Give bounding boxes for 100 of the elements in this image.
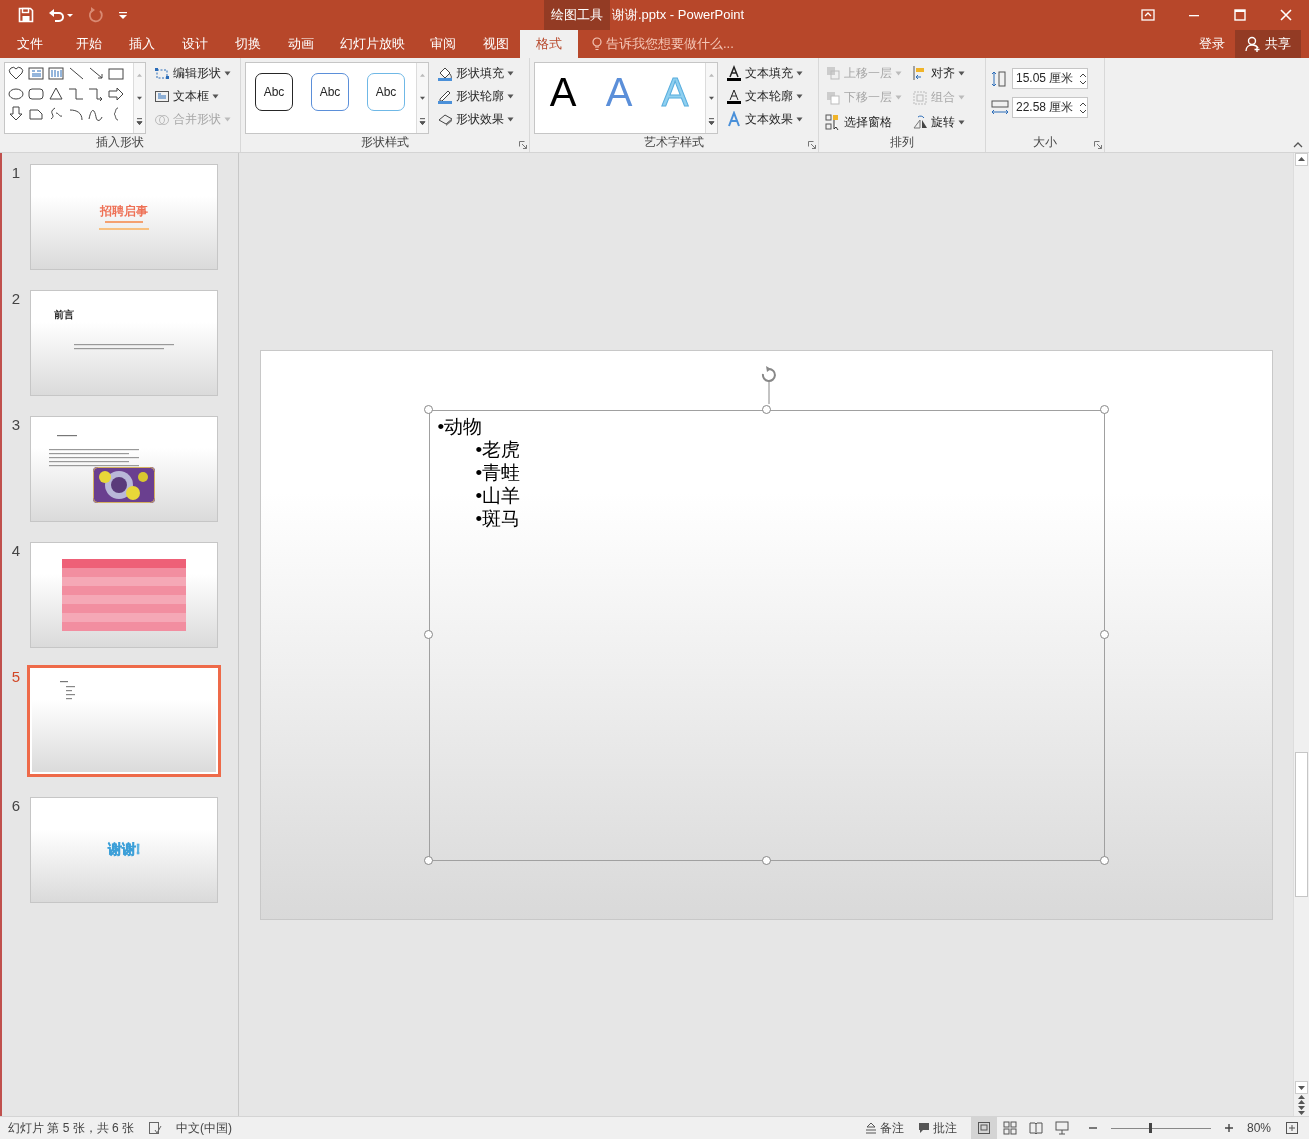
zoom-level[interactable]: 80% — [1246, 1121, 1271, 1135]
style-preset[interactable]: Abc — [255, 73, 293, 111]
close-icon[interactable] — [1279, 8, 1293, 22]
bullet-text: •老虎 — [474, 437, 522, 461]
ribbon-tab[interactable]: 审阅 — [414, 30, 472, 58]
style-preset[interactable]: Abc — [311, 73, 349, 111]
ribbon-display-icon[interactable] — [1141, 8, 1155, 22]
ribbon-tab[interactable]: 插入 — [118, 30, 166, 58]
caret-icon[interactable] — [796, 70, 803, 76]
text-lines-drawing — [60, 680, 75, 700]
command-button[interactable]: 对齐 — [910, 63, 967, 83]
fit-to-window-icon[interactable] — [1285, 1121, 1299, 1135]
notes-button[interactable]: 备注 — [864, 1119, 904, 1137]
command-button[interactable]: 文本填充 — [724, 63, 805, 83]
wordart-title: 谢谢! — [107, 841, 141, 859]
slide-number: 1 — [10, 164, 22, 181]
dialog-launcher-icon[interactable] — [1094, 141, 1102, 149]
caret-icon[interactable] — [796, 116, 803, 122]
maximize-icon[interactable] — [1233, 8, 1247, 22]
caret-icon[interactable] — [507, 93, 514, 99]
dialog-launcher-icon[interactable] — [519, 141, 527, 149]
scroll-up-icon[interactable] — [1295, 153, 1308, 166]
notes-icon — [864, 1122, 877, 1134]
ribbon-tab[interactable]: 格式 — [520, 30, 578, 58]
language-label[interactable]: 中文(中国) — [176, 1119, 233, 1137]
caret-icon[interactable] — [507, 70, 514, 76]
normal-view-icon[interactable] — [976, 1121, 991, 1135]
resize-handle[interactable] — [423, 404, 433, 414]
scroll-down-icon[interactable] — [1295, 1081, 1308, 1094]
ribbon-tab[interactable]: 开始 — [60, 30, 118, 58]
command-button[interactable]: 形状填充 — [435, 63, 516, 83]
slide-thumbnail[interactable] — [30, 416, 218, 522]
height-field[interactable]: 15.05 厘米 — [1012, 68, 1088, 89]
command-button[interactable]: 旋转 — [910, 112, 967, 133]
slide-thumbnail[interactable]: 前言 — [30, 290, 218, 396]
slide-thumbnail[interactable] — [30, 542, 218, 648]
resize-handle[interactable] — [423, 855, 433, 865]
redo-icon[interactable] — [88, 7, 104, 23]
text-outline-icon — [726, 88, 742, 104]
style-preset[interactable]: Abc — [367, 73, 405, 111]
caret-icon[interactable] — [507, 116, 514, 122]
share-button[interactable]: 共享 — [1235, 30, 1301, 58]
resize-handle[interactable] — [761, 855, 771, 865]
collapse-ribbon-icon[interactable] — [1293, 142, 1303, 148]
slide-count: 幻灯片 第 5 张，共 6 张 — [8, 1119, 135, 1137]
bullet-text: •斑马 — [474, 506, 522, 530]
save-icon[interactable] — [18, 7, 34, 23]
bring-forward-icon — [825, 65, 841, 81]
wordart-preset[interactable]: A — [535, 63, 591, 133]
command-button[interactable]: 文本轮廓 — [724, 86, 805, 106]
caret-icon[interactable] — [958, 70, 965, 76]
resize-handle[interactable] — [1099, 404, 1109, 414]
lightbulb-icon — [592, 37, 602, 51]
text-box[interactable]: •动物 •老虎 •青蛙 •山羊 •斑马 — [428, 409, 1105, 861]
scrollbar-thumb[interactable] — [1295, 752, 1308, 897]
dialog-launcher-icon[interactable] — [808, 141, 816, 149]
group-icon — [912, 89, 928, 106]
zoom-out-icon[interactable] — [1088, 1124, 1097, 1132]
caret-icon[interactable] — [224, 70, 231, 76]
slide-number: 4 — [10, 542, 22, 559]
slide-number: 6 — [10, 797, 22, 814]
resize-handle[interactable] — [1099, 630, 1109, 639]
command-button[interactable]: 选择窗格 — [823, 112, 904, 133]
undo-icon[interactable] — [48, 7, 74, 23]
caret-icon[interactable] — [796, 93, 803, 99]
command-button[interactable]: 文本效果 — [724, 109, 805, 129]
caret-icon[interactable] — [958, 119, 965, 125]
resize-handle[interactable] — [423, 630, 433, 639]
command-button[interactable]: 编辑形状 — [152, 63, 233, 83]
bullet-text: •青蛙 — [474, 460, 522, 484]
zoom-slider-thumb[interactable] — [1149, 1122, 1153, 1133]
tell-me-field[interactable]: 告诉我您想要做什么... — [606, 35, 734, 53]
ribbon-tab[interactable]: 视图 — [472, 30, 520, 58]
ribbon-tab[interactable]: 幻灯片放映 — [330, 30, 414, 58]
command-button[interactable]: 形状轮廓 — [435, 86, 516, 106]
comments-button[interactable]: 批注 — [917, 1119, 957, 1137]
ribbon-tab[interactable]: 动画 — [272, 30, 330, 58]
customize-icon[interactable] — [118, 10, 128, 20]
sign-in-link[interactable]: 登录 — [1199, 35, 1225, 53]
ribbon-tab[interactable]: 设计 — [166, 30, 224, 58]
ribbon-tab[interactable]: 切换 — [224, 30, 272, 58]
pencil-icon — [437, 88, 453, 104]
zoom-in-icon[interactable] — [1224, 1124, 1233, 1132]
spell-check-icon[interactable] — [148, 1121, 163, 1135]
width-icon — [990, 98, 1010, 117]
slide-thumbnail[interactable] — [27, 665, 221, 777]
slide-sorter-icon[interactable] — [1002, 1121, 1017, 1135]
resize-handle[interactable] — [761, 404, 771, 414]
ribbon-tab[interactable]: 文件 — [0, 30, 60, 58]
slide-show-icon[interactable] — [1054, 1121, 1069, 1135]
paint-bucket-icon — [437, 65, 453, 81]
width-field[interactable]: 22.58 厘米 — [1012, 97, 1088, 118]
bullet-text: •山羊 — [474, 483, 522, 507]
command-button[interactable]: 形状效果 — [435, 109, 516, 129]
caret-icon[interactable] — [212, 93, 219, 99]
reading-view-icon[interactable] — [1028, 1121, 1043, 1135]
command-button[interactable]: 文本框 — [152, 86, 233, 106]
rotate-icon — [912, 114, 928, 131]
group-label: 形状样式 — [360, 134, 410, 151]
resize-handle[interactable] — [1099, 855, 1109, 865]
